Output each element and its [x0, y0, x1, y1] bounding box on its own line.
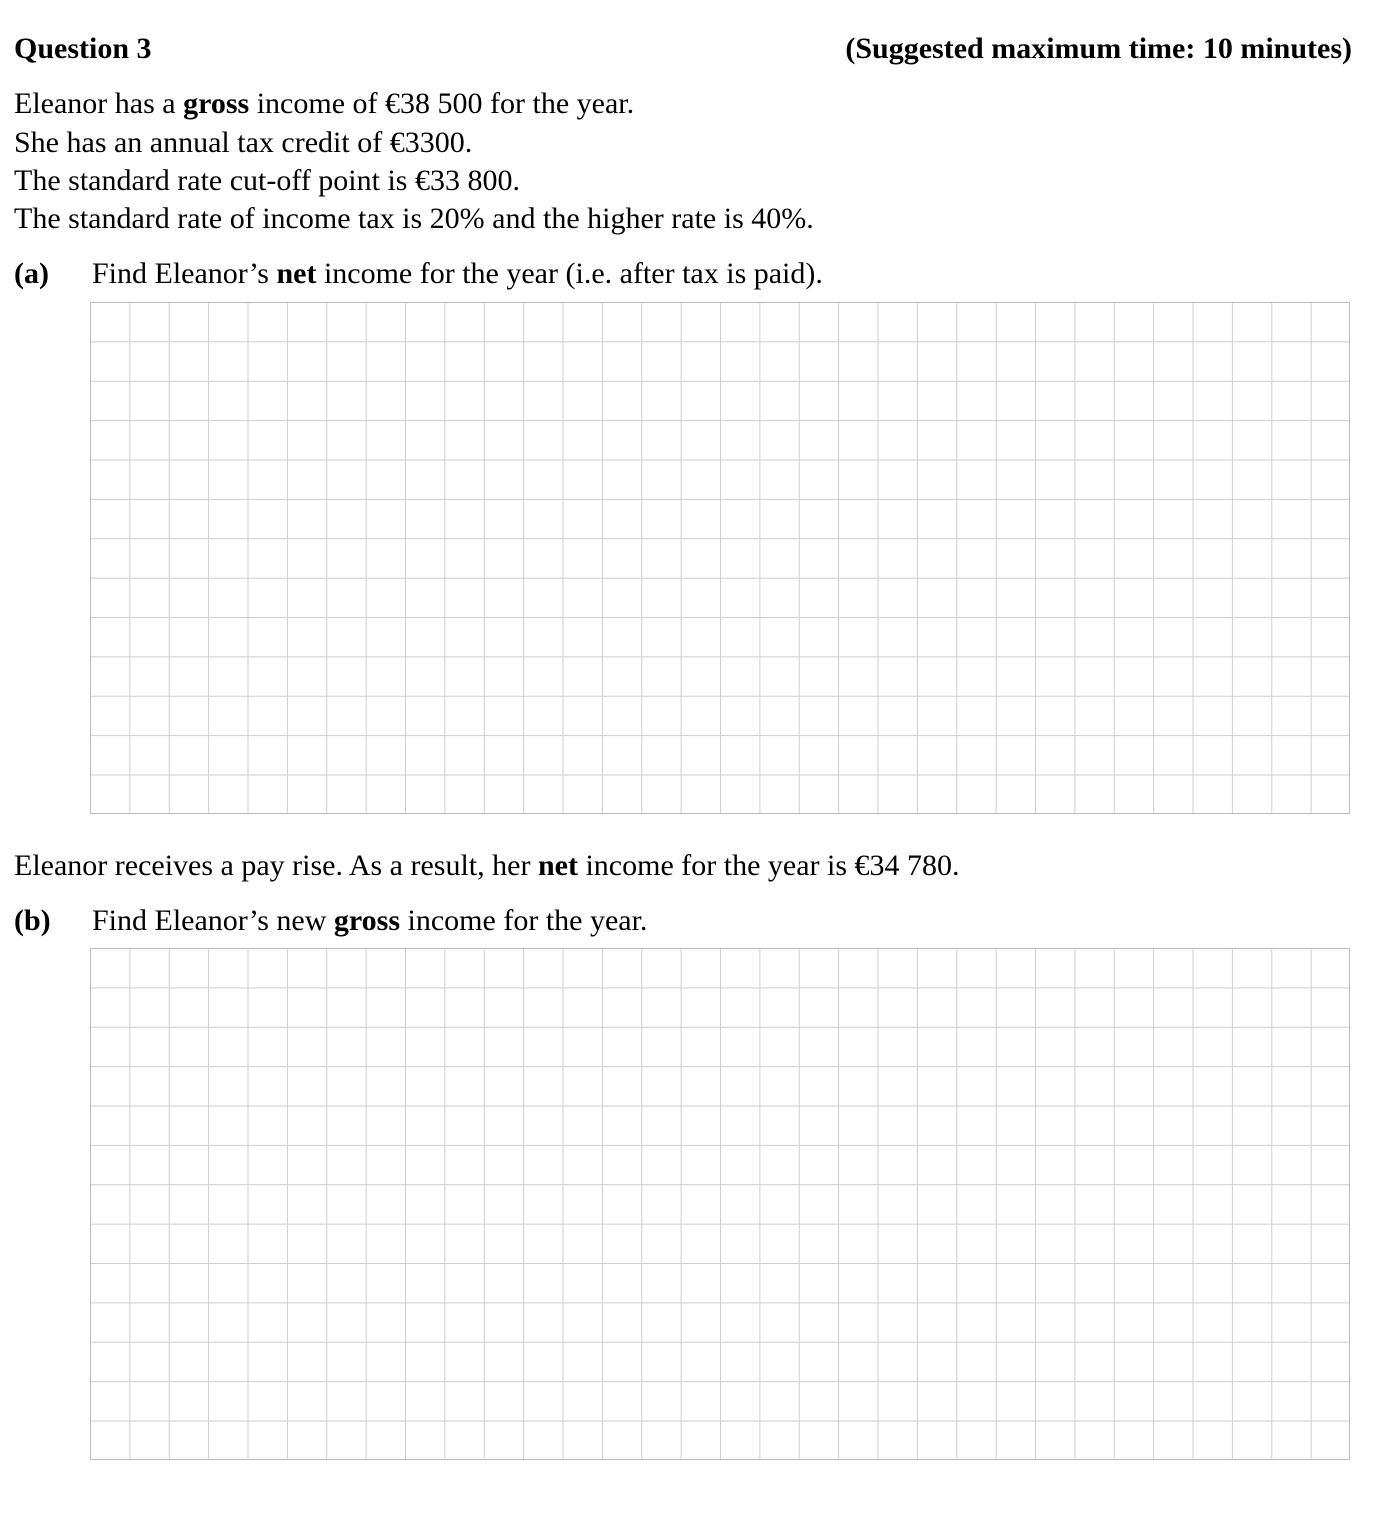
part-b-text: Find Eleanor’s new gross income for the …	[92, 902, 647, 940]
intro-line-3: The standard rate cut-off point is €33 8…	[14, 164, 520, 197]
part-b-post: income for the year.	[400, 904, 648, 937]
intro-line-4: The standard rate of income tax is 20% a…	[14, 202, 814, 235]
intro-line-1-bold: gross	[183, 87, 250, 120]
middle-post: income for the year is €34 780.	[577, 849, 960, 882]
answer-grid-a[interactable]	[90, 302, 1350, 814]
intro-line-2: She has an annual tax credit of €3300.	[14, 126, 473, 159]
part-a-label: (a)	[14, 257, 49, 290]
middle-bold: net	[537, 849, 578, 882]
part-a-bold: net	[276, 257, 317, 290]
part-b-pre: Find Eleanor’s new	[92, 904, 334, 937]
question-title: Question 3	[14, 32, 152, 65]
part-b-label: (b)	[14, 904, 51, 937]
intro-line-1-pre: Eleanor has a	[14, 87, 184, 120]
part-a-post: income for the year (i.e. after tax is p…	[316, 257, 823, 290]
part-b-bold: gross	[333, 904, 401, 937]
answer-grid-b[interactable]	[90, 948, 1350, 1460]
middle-line: Eleanor receives a pay rise. As a result…	[14, 847, 960, 885]
intro-line-1: Eleanor has a gross income of €38 500 fo…	[14, 85, 634, 123]
time-note: (Suggested maximum time: 10 minutes)	[845, 32, 1352, 65]
part-a-text: Find Eleanor’s net income for the year (…	[92, 255, 823, 293]
intro-line-1-post: income of €38 500 for the year.	[249, 87, 635, 120]
part-a-pre: Find Eleanor’s	[92, 257, 277, 290]
middle-pre: Eleanor receives a pay rise. As a result…	[14, 849, 538, 882]
